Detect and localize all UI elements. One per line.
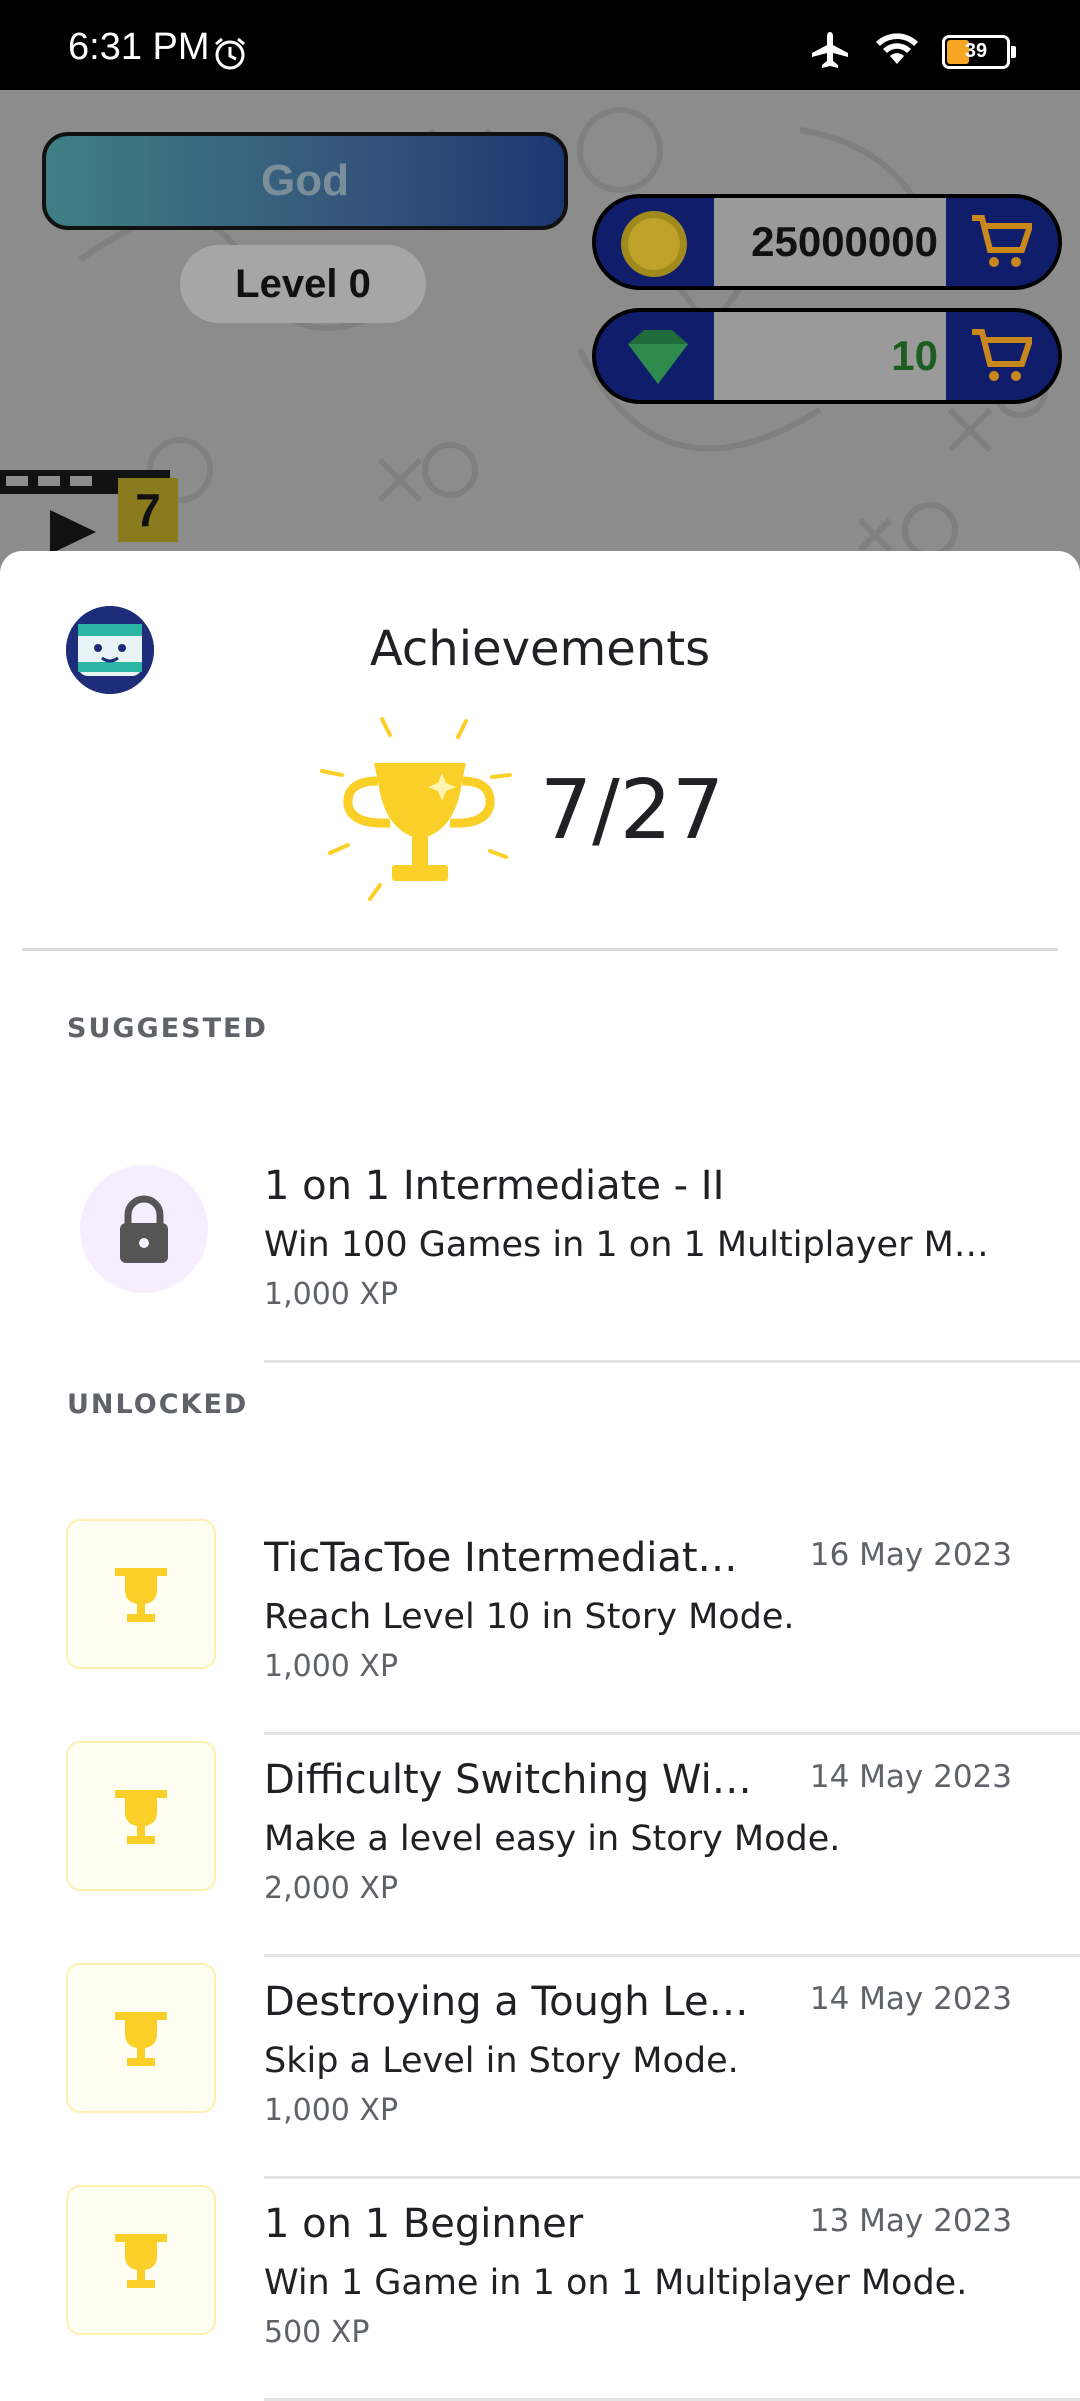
- gem-icon: [618, 322, 698, 397]
- achievement-date: 16 May 2023: [809, 1537, 1012, 1573]
- achievement-xp: 500 XP: [264, 2315, 370, 2350]
- trophy-icon: [115, 1568, 167, 1622]
- trophy-icon: [316, 711, 516, 916]
- alarm-icon: [212, 36, 248, 77]
- video-count-badge: 7: [118, 478, 178, 542]
- status-bar: 6:31 PM 39: [0, 0, 1080, 90]
- wifi-icon: [874, 31, 920, 72]
- achievements-progress: 7/27: [540, 763, 725, 858]
- achievement-description: Win 1 Game in 1 on 1 Multiplayer Mode.: [264, 2263, 968, 2303]
- unlocked-achievement-icon: [66, 1741, 216, 1891]
- trophy-icon: [115, 2012, 167, 2066]
- header-divider: [22, 948, 1058, 951]
- battery-level: 39: [964, 40, 988, 62]
- achievement-title: Destroying a Tough Le…: [264, 1979, 749, 2025]
- achievements-sheet: Achievements 7/27 SUGGESTED 1 on 1 Inter…: [0, 551, 1080, 2401]
- airplane-mode-icon: [808, 30, 852, 73]
- achievement-date: 14 May 2023: [809, 1759, 1012, 1795]
- locked-achievement-icon: [80, 1165, 208, 1293]
- list-item[interactable]: 1 on 1 Beginner 13 May 2023 Win 1 Game i…: [0, 2179, 1080, 2401]
- coins-value: 25000000: [714, 198, 946, 286]
- level-indicator: Level 0: [180, 245, 426, 323]
- achievement-xp: 1,000 XP: [264, 1649, 399, 1684]
- status-time: 6:31 PM: [68, 26, 210, 68]
- unlocked-section-label: UNLOCKED: [67, 1389, 249, 1420]
- gems-value: 10: [714, 312, 946, 400]
- shop-cart-icon[interactable]: [970, 326, 1035, 389]
- achievement-description: Win 100 Games in 1 on 1 Multiplayer M…: [264, 1225, 989, 1265]
- gems-panel: 10: [592, 308, 1062, 404]
- unlocked-achievement-icon: [66, 2185, 216, 2335]
- achievement-description: Reach Level 10 in Story Mode.: [264, 1597, 795, 1637]
- list-item[interactable]: Destroying a Tough Le… 14 May 2023 Skip …: [0, 1957, 1080, 2179]
- list-item[interactable]: Difficulty Switching Wi… 14 May 2023 Mak…: [0, 1735, 1080, 1957]
- rank-badge[interactable]: God: [42, 132, 568, 230]
- status-icons: 39: [808, 30, 1016, 73]
- unlocked-achievement-icon: [66, 1963, 216, 2113]
- achievement-date: 13 May 2023: [809, 2203, 1012, 2239]
- achievement-title: 1 on 1 Intermediate - II: [264, 1163, 725, 1209]
- list-item[interactable]: TicTacToe Intermediat… 16 May 2023 Reach…: [0, 1513, 1080, 1735]
- trophy-icon: [115, 1790, 167, 1844]
- trophy-icon: [115, 2234, 167, 2288]
- achievement-title: TicTacToe Intermediat…: [264, 1535, 738, 1581]
- list-item[interactable]: 1 on 1 Intermediate - II Win 100 Games i…: [0, 1141, 1080, 1363]
- achievement-description: Make a level easy in Story Mode.: [264, 1819, 841, 1859]
- achievement-title: Difficulty Switching Wi…: [264, 1757, 752, 1803]
- suggested-section-label: SUGGESTED: [67, 1013, 268, 1044]
- battery-icon: 39: [942, 34, 1016, 69]
- item-divider: [264, 1360, 1080, 1363]
- unlocked-achievement-icon: [66, 1519, 216, 1669]
- achievement-xp: 2,000 XP: [264, 1871, 399, 1906]
- coins-panel: 25000000: [592, 194, 1062, 290]
- lock-icon: [120, 1195, 168, 1263]
- achievement-xp: 1,000 XP: [264, 1277, 399, 1312]
- achievement-date: 14 May 2023: [809, 1981, 1012, 2017]
- achievement-title: 1 on 1 Beginner: [264, 2201, 584, 2247]
- shop-cart-icon[interactable]: [970, 212, 1035, 275]
- achievement-description: Skip a Level in Story Mode.: [264, 2041, 739, 2081]
- coin-icon: [618, 208, 690, 285]
- achievement-xp: 1,000 XP: [264, 2093, 399, 2128]
- sheet-title: Achievements: [369, 621, 711, 677]
